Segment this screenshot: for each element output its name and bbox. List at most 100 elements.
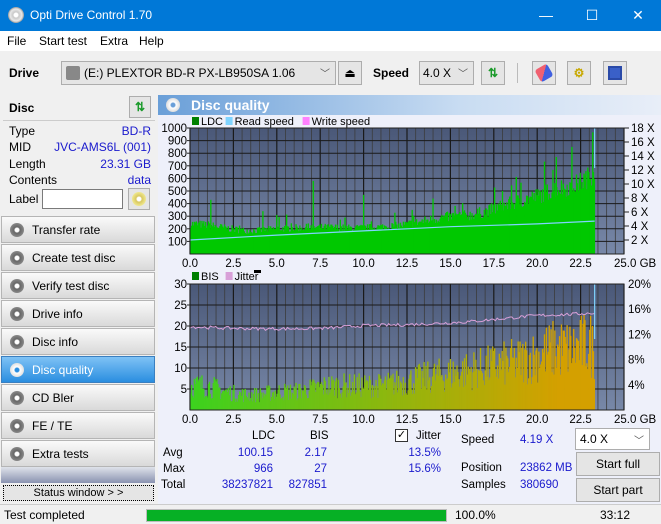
eject-icon: ⏏ xyxy=(344,66,356,80)
nav-verify-test-disc[interactable]: Verify test disc xyxy=(1,272,155,299)
jitter-checkbox[interactable]: ✓ xyxy=(395,429,408,442)
nav-transfer-rate[interactable]: Transfer rate xyxy=(1,216,155,243)
status-window-button[interactable]: Status window > > xyxy=(3,485,154,501)
legend-label: LDC xyxy=(201,116,223,128)
legend-label: Write speed xyxy=(312,116,371,128)
toolbar: Drive (E:) PLEXTOR BD-R PX-LB950SA 1.06 … xyxy=(0,51,661,95)
sidebar: Disc ⇅ Type BD-R MID JVC-AMS6L (001) Lengt… xyxy=(0,95,157,504)
legend-swatch xyxy=(192,272,199,280)
total-ldc: 38237821 xyxy=(221,479,273,491)
progress-bar xyxy=(146,509,447,522)
nav-label: FE / TE xyxy=(32,419,73,433)
disc-refresh-button[interactable]: ⇅ xyxy=(129,96,151,118)
label-label: Label xyxy=(9,192,39,206)
col-ldc-header: LDC xyxy=(252,430,276,442)
x-tick-label: 17.5 xyxy=(483,414,505,425)
minimize-button[interactable]: — xyxy=(523,0,569,31)
sidebar-spacer xyxy=(1,467,155,483)
y-tick-label: 10 xyxy=(174,363,187,375)
nav-drive-info[interactable]: Drive info xyxy=(1,300,155,327)
speed-label: Speed xyxy=(461,434,495,446)
drive-value: (E:) PLEXTOR BD-R PX-LB950SA 1.06 xyxy=(84,66,296,80)
y-tick-label: 600 xyxy=(168,173,187,185)
test-speed-select[interactable]: 4.0 X ﹀ xyxy=(575,428,650,450)
menu-help[interactable]: Help xyxy=(139,34,164,48)
menu-bar: File Start test Extra Help xyxy=(0,31,661,51)
gears-icon: ⚙ xyxy=(573,66,585,80)
speed-label: Speed xyxy=(373,66,410,80)
nav-disc-info[interactable]: Disc info xyxy=(1,328,155,355)
drive-select[interactable]: (E:) PLEXTOR BD-R PX-LB950SA 1.06 ﹀ xyxy=(61,61,336,85)
menu-file[interactable]: File xyxy=(7,34,26,48)
menu-extra[interactable]: Extra xyxy=(100,34,128,48)
y-tick-label: 800 xyxy=(168,148,187,160)
nav-disc-quality[interactable]: Disc quality xyxy=(1,356,155,383)
avg-bis: 2.17 xyxy=(304,447,327,459)
y2-tick-label: 20% xyxy=(628,279,651,291)
length-label: Length xyxy=(9,157,46,171)
panel-title: Disc quality xyxy=(191,97,270,113)
legend-swatch xyxy=(302,117,310,125)
nav-extra-tests[interactable]: Extra tests xyxy=(1,440,155,467)
nav-create-test-disc[interactable]: Create test disc xyxy=(1,244,155,271)
y2-tick-label: 6 X xyxy=(631,207,649,219)
y-tick-label: 15 xyxy=(174,342,187,354)
contents-value: data xyxy=(127,173,151,187)
settings-button[interactable]: ⚙ xyxy=(567,61,591,85)
chevron-down-icon: ﹀ xyxy=(634,436,644,447)
y-tick-label: 1000 xyxy=(161,123,187,135)
label-disc-button[interactable] xyxy=(128,188,150,210)
refresh-arrows-icon: ⇅ xyxy=(134,100,146,114)
y-tick-label: 20 xyxy=(174,321,187,333)
avg-label: Avg xyxy=(163,447,183,459)
x-tick-label: 15.0 xyxy=(439,414,461,425)
nav-label: Disc quality xyxy=(32,363,94,377)
total-label: Total xyxy=(161,479,186,491)
disc-header: Disc xyxy=(9,101,35,115)
title-bar: Opti Drive Control 1.70 — ☐ ✕ xyxy=(0,0,661,31)
y-tick-label: 700 xyxy=(168,161,187,173)
maximize-button[interactable]: ☐ xyxy=(569,0,615,31)
chevron-down-icon: ﹀ xyxy=(458,69,468,80)
progress-text: 100.0% xyxy=(455,508,496,522)
transfer-rate-icon xyxy=(10,223,24,237)
speed-select[interactable]: 4.0 X ﹀ xyxy=(419,61,474,85)
erase-button[interactable] xyxy=(532,61,556,85)
refresh-button[interactable]: ⇅ xyxy=(481,61,505,85)
samples-label: Samples xyxy=(461,479,506,491)
chevron-down-icon: ﹀ xyxy=(320,69,330,80)
y-tick-label: 25 xyxy=(174,300,187,312)
speed-value: 4.19 X xyxy=(520,434,554,446)
position-label: Position xyxy=(461,462,502,474)
ldc-bar xyxy=(593,178,596,254)
app-disc-icon xyxy=(8,7,24,23)
type-value: BD-R xyxy=(121,124,151,138)
save-button[interactable] xyxy=(603,61,627,85)
avg-jitter: 13.5% xyxy=(408,447,441,459)
y2-tick-label: 18 X xyxy=(631,123,655,135)
disc-quality-icon xyxy=(166,98,180,112)
nav-cd-bler[interactable]: CD Bler xyxy=(1,384,155,411)
ldc-chart: 1002003004005006007008009001000 2 X 4 X 6 X… xyxy=(161,116,656,270)
legend-swatch xyxy=(225,272,233,280)
close-button[interactable]: ✕ xyxy=(615,0,661,31)
y2-tick-label: 12% xyxy=(628,329,651,341)
start-part-button[interactable]: Start part xyxy=(576,478,660,502)
x-tick-label: 5.0 xyxy=(269,414,285,425)
start-full-button[interactable]: Start full xyxy=(576,452,660,476)
label-input[interactable] xyxy=(42,189,123,209)
y2-tick-label: 16% xyxy=(628,304,651,316)
eject-button[interactable]: ⏏ xyxy=(338,61,362,85)
nav-fe-te[interactable]: FE / TE xyxy=(1,412,155,439)
status-text: Test completed xyxy=(4,508,85,522)
y-tick-label: 300 xyxy=(168,211,187,223)
disc-panel-header: Disc ⇅ xyxy=(3,95,155,121)
floppy-icon xyxy=(608,66,622,80)
total-bis: 827851 xyxy=(288,479,327,491)
y-tick-label: 500 xyxy=(168,186,187,198)
speed-value: 4.0 X xyxy=(423,66,452,80)
y-tick-label: 100 xyxy=(168,236,187,248)
progress-fill xyxy=(147,510,446,521)
max-bis: 27 xyxy=(314,463,327,475)
menu-start-test[interactable]: Start test xyxy=(39,34,87,48)
